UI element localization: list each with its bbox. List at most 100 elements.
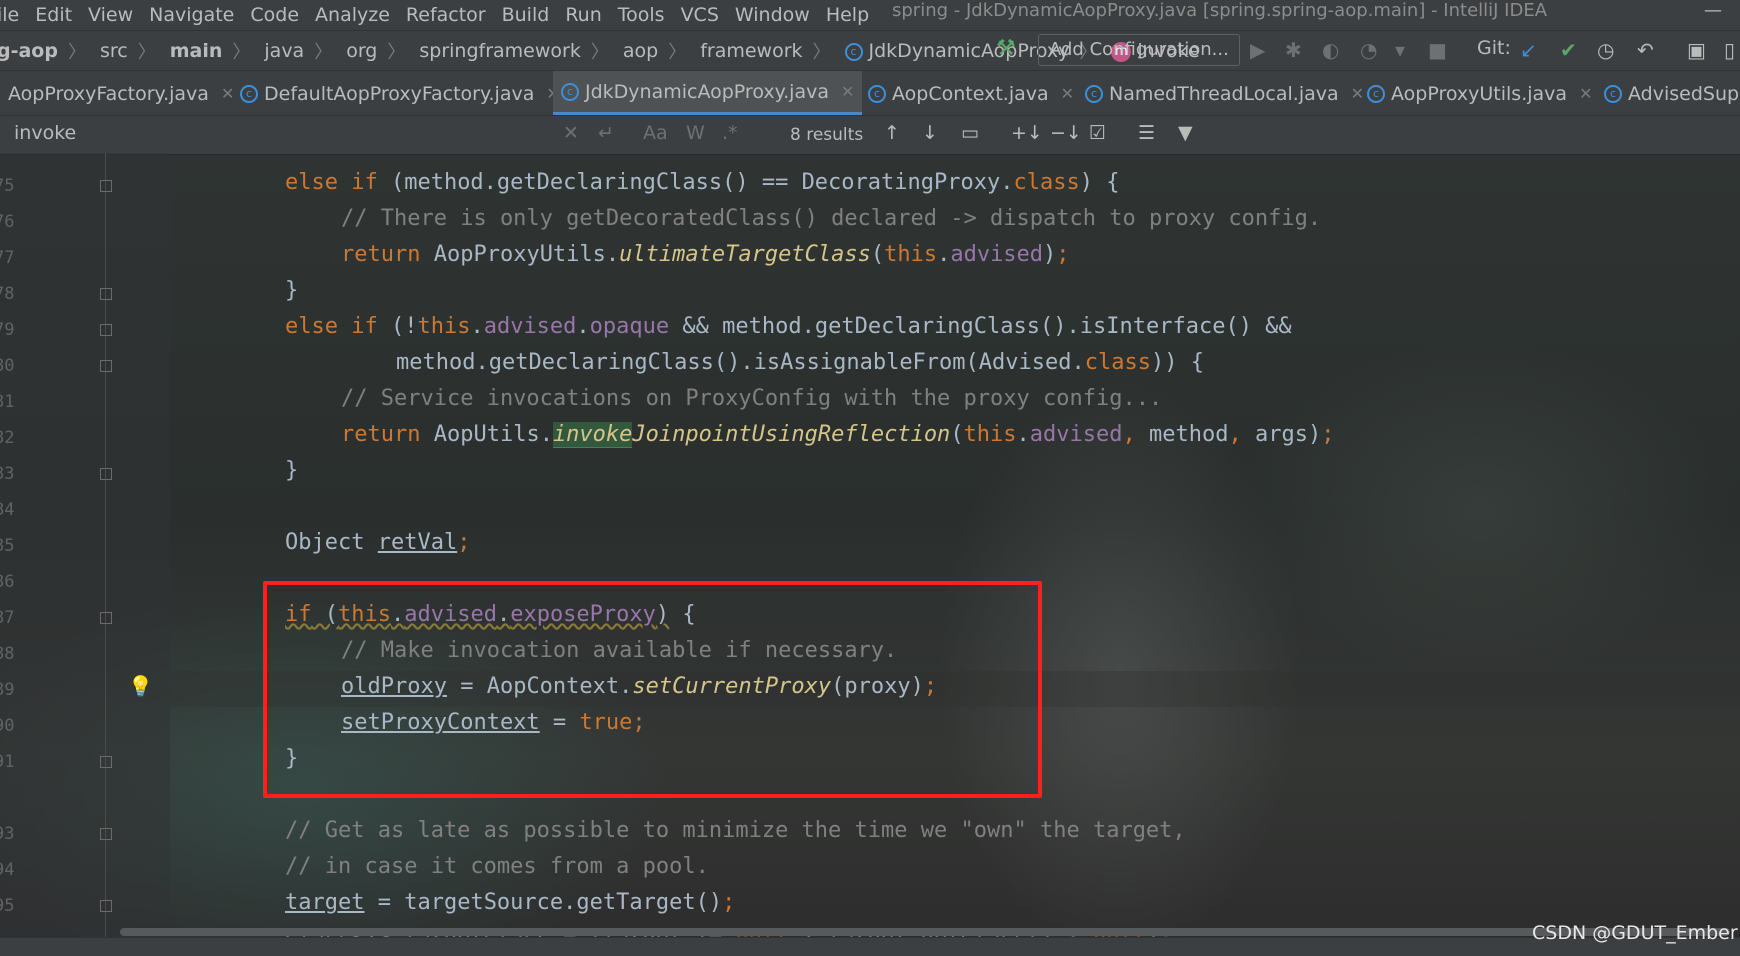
chevron-right-icon: 〉	[314, 42, 333, 63]
next-occurrence-icon[interactable]: ↓	[922, 122, 938, 144]
coverage-icon[interactable]: ◐	[1322, 38, 1339, 62]
previous-occurrence-icon[interactable]: ↑	[884, 122, 900, 144]
line-number: 93	[0, 824, 15, 844]
tab-aopproxyfactory[interactable]: AopProxyFactory.java ✕	[8, 71, 234, 116]
tab-namedthreadlocal[interactable]: c NamedThreadLocal.java ✕	[1085, 71, 1364, 116]
annotation-highlight-box	[263, 581, 1042, 798]
debug-icon[interactable]: ✱	[1285, 38, 1302, 62]
stop-icon[interactable]: ■	[1428, 38, 1447, 62]
regex-toggle[interactable]: .*	[722, 122, 738, 144]
fold-marker[interactable]	[100, 900, 112, 912]
select-all-occurrences-icon[interactable]: ☑	[1089, 122, 1106, 144]
editor-tab-bar: AopProxyFactory.java ✕ c DefaultAopProxyFa…	[0, 70, 1740, 116]
code-line: // There is only getDecoratedClass() dec…	[341, 206, 1322, 231]
menu-help[interactable]: Help	[826, 4, 869, 26]
new-line-icon[interactable]: ↵	[598, 122, 614, 144]
fold-marker[interactable]	[100, 828, 112, 840]
menu-bar: ile Edit View Navigate Code Analyze Refa…	[0, 0, 1740, 30]
chevron-right-icon: 〉	[812, 42, 831, 63]
chevron-right-icon: 〉	[67, 42, 86, 63]
project-structure-icon[interactable]: ▣	[1687, 38, 1706, 62]
menu-file[interactable]: ile	[0, 4, 19, 26]
status-strip	[0, 937, 1740, 956]
breadcrumb-src[interactable]: src	[100, 40, 128, 62]
menu-refactor[interactable]: Refactor	[406, 4, 486, 26]
git-history-icon[interactable]: ◷	[1597, 38, 1614, 62]
tab-label: NamedThreadLocal.java	[1109, 82, 1339, 105]
breadcrumb-java[interactable]: java	[264, 40, 304, 62]
menu-vcs[interactable]: VCS	[681, 4, 719, 26]
menu-analyze[interactable]: Analyze	[315, 4, 390, 26]
menu-tools[interactable]: Tools	[618, 4, 665, 26]
breadcrumb-class[interactable]: c JdkDynamicAopProxy	[844, 40, 1069, 62]
menu-window[interactable]: Window	[735, 4, 810, 26]
class-icon: c	[844, 42, 863, 61]
add-configuration-button[interactable]: Add Configuration...	[1038, 34, 1240, 66]
class-icon: c	[1085, 84, 1103, 103]
watermark: CSDN @GDUT_Ember	[1532, 922, 1738, 944]
menu-code[interactable]: Code	[250, 4, 299, 26]
line-number: 86	[0, 572, 15, 592]
fold-marker[interactable]	[100, 324, 112, 336]
fold-marker[interactable]	[100, 288, 112, 300]
minimize-icon[interactable]: —	[1704, 0, 1722, 21]
chevron-down-icon[interactable]: ▾	[1395, 38, 1405, 62]
menu-navigate[interactable]: Navigate	[149, 4, 234, 26]
tab-jdkdynamicaopproxy[interactable]: c JdkDynamicAopProxy.java ✕	[553, 71, 863, 116]
whole-words-toggle[interactable]: W	[686, 122, 705, 144]
git-commit-icon[interactable]: ✔	[1560, 38, 1577, 62]
run-icon[interactable]: ▶	[1250, 38, 1265, 62]
menu-view[interactable]: View	[88, 4, 133, 26]
match-case-toggle[interactable]: Aa	[643, 122, 668, 144]
close-icon[interactable]: ✕	[221, 84, 234, 103]
menu-build[interactable]: Build	[502, 4, 550, 26]
breadcrumb-framework[interactable]: framework	[700, 40, 802, 62]
lightbulb-icon[interactable]: 💡	[128, 674, 153, 698]
clear-search-icon[interactable]: ✕	[563, 122, 579, 144]
profile-icon[interactable]: ◔	[1360, 38, 1377, 62]
git-update-icon[interactable]: ↙	[1520, 38, 1537, 62]
close-icon[interactable]: ✕	[1351, 84, 1364, 103]
tab-defaultaopproxyfactory[interactable]: cDefaultAopProxyFactory.java✕	[240, 71, 560, 116]
close-icon[interactable]: ✕	[841, 82, 854, 101]
menu-run[interactable]: Run	[565, 4, 601, 26]
class-icon: c	[868, 84, 886, 103]
code-line: target = targetSource.getTarget();	[285, 890, 736, 915]
chevron-right-icon: 〉	[668, 42, 687, 63]
chevron-right-icon: 〉	[387, 42, 406, 63]
add-occurrence-icon[interactable]: +↓	[1011, 122, 1043, 144]
line-number: 95	[0, 896, 15, 916]
breadcrumb-module[interactable]: g-aop	[0, 40, 58, 62]
fold-marker[interactable]	[100, 612, 112, 624]
find-input[interactable]: invoke	[14, 122, 76, 144]
build-hammer-icon[interactable]: ⚒	[996, 36, 1016, 61]
breadcrumb-aop[interactable]: aop	[623, 40, 658, 62]
line-number: 84	[0, 500, 15, 520]
open-results-window-icon[interactable]: ▭	[961, 122, 979, 144]
fold-marker[interactable]	[100, 468, 112, 480]
menu-edit[interactable]: Edit	[35, 4, 72, 26]
fold-marker[interactable]	[100, 756, 112, 768]
settings-icon[interactable]: ▯	[1724, 38, 1735, 62]
fold-marker[interactable]	[100, 180, 112, 192]
fold-marker[interactable]	[100, 360, 112, 372]
filter-lines-icon[interactable]: ☰	[1138, 122, 1155, 144]
fold-guide	[105, 153, 106, 943]
git-rollback-icon[interactable]: ↶	[1637, 38, 1654, 62]
breadcrumb-org[interactable]: org	[346, 40, 377, 62]
breadcrumb-main[interactable]: main	[170, 40, 223, 62]
breadcrumb-springframework[interactable]: springframework	[419, 40, 580, 62]
line-number: 91	[0, 752, 15, 772]
line-number: 87	[0, 608, 15, 628]
horizontal-scrollbar[interactable]	[120, 928, 1730, 936]
line-number: 83	[0, 464, 15, 484]
tab-advisedsupport[interactable]: c AdvisedSupp	[1604, 71, 1740, 116]
tab-aopproxyutils[interactable]: c AopProxyUtils.java ✕	[1367, 71, 1592, 116]
line-number: 77	[0, 248, 15, 268]
filter-icon[interactable]: ▼	[1178, 122, 1193, 144]
tab-aopcontext[interactable]: c AopContext.java ✕	[868, 71, 1074, 116]
close-icon[interactable]: ✕	[1061, 84, 1074, 103]
remove-occurrence-icon[interactable]: −↓	[1050, 122, 1082, 144]
close-icon[interactable]: ✕	[1579, 84, 1592, 103]
tab-label: AopContext.java	[892, 82, 1049, 105]
